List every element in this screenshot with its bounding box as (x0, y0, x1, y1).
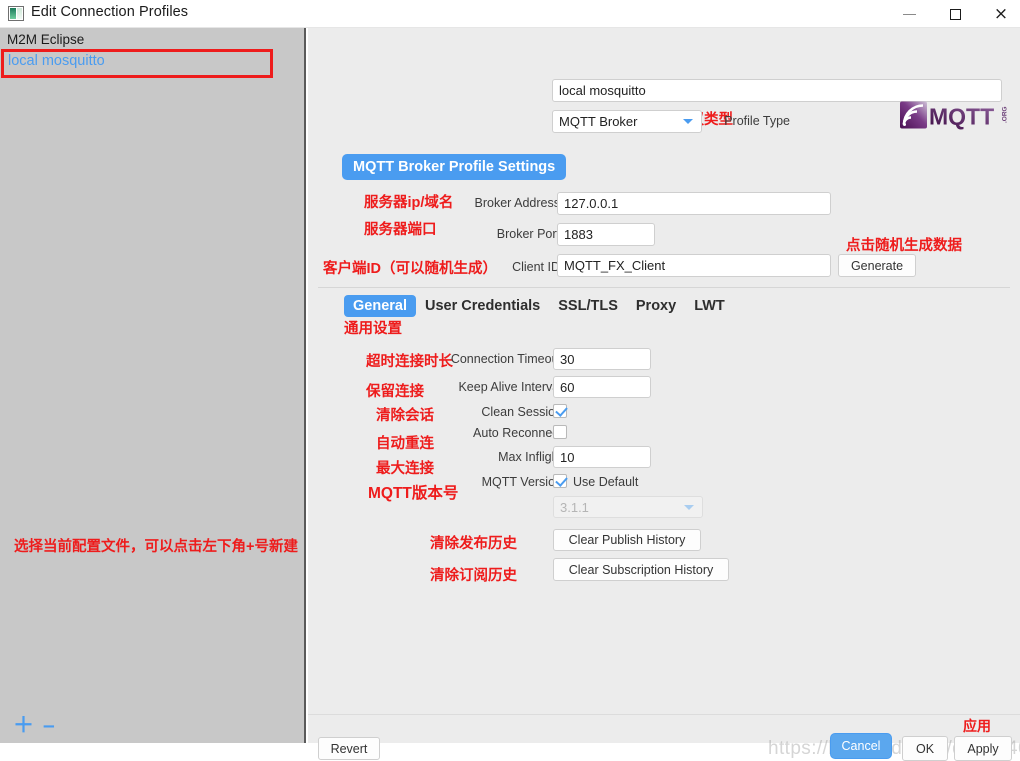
ok-button[interactable]: OK (902, 736, 948, 761)
mqtt-version-value: 3.1.1 (560, 499, 589, 515)
annotation-broker-address: 服务器ip/域名 (364, 195, 454, 211)
annotation-auto-reconnect: 自动重连 (376, 436, 434, 452)
connection-timeout-label: Connection Timeout (450, 352, 562, 366)
clean-session-label: Clean Session (481, 405, 562, 419)
mqtt-org-logo: MQTT .ORG (900, 101, 1009, 130)
max-inflight-label: Max Inflight (498, 450, 562, 464)
title-bar: Edit Connection Profiles × (0, 0, 1020, 28)
annotation-sidebar-note: 选择当前配置文件，可以点击左下角+号新建 (14, 539, 298, 555)
svg-text:.ORG: .ORG (1002, 106, 1009, 123)
chevron-down-icon (683, 119, 693, 124)
section-header-mqtt-broker-profile-settings: MQTT Broker Profile Settings (342, 154, 567, 180)
profile-type-value: MQTT Broker (559, 114, 638, 129)
revert-button[interactable]: Revert (318, 737, 380, 760)
tab-user-credentials[interactable]: User Credentials (416, 295, 549, 317)
keep-alive-interval-input[interactable]: 60 (553, 376, 651, 398)
broker-port-input[interactable]: 1883 (557, 223, 655, 246)
annotation-clear-publish-history: 清除发布历史 (430, 536, 517, 552)
clear-subscription-history-button[interactable]: Clear Subscription History (553, 558, 729, 581)
maximize-icon (949, 8, 961, 20)
minimize-icon (902, 13, 916, 15)
tab-general[interactable]: General (344, 294, 416, 317)
settings-tabs: General User Credentials SSL/TLS Proxy L… (344, 293, 734, 318)
use-default-checkbox[interactable] (553, 474, 567, 488)
max-inflight-input[interactable]: 10 (553, 446, 651, 468)
svg-text:MQTT: MQTT (929, 104, 994, 130)
profile-type-label: Profile Type (724, 114, 790, 128)
annotation-connection-timeout: 超时连接时长 (366, 354, 453, 370)
window-title: Edit Connection Profiles (31, 4, 189, 20)
remove-profile-button[interactable]: – (43, 715, 55, 736)
annotation-client-id: 客户端ID（可以随机生成） (323, 261, 497, 277)
annotation-apply: 应用 (963, 718, 991, 734)
connection-timeout-input[interactable]: 30 (553, 348, 651, 370)
annotation-general-tab: 通用设置 (344, 321, 402, 337)
clean-session-checkbox[interactable] (553, 404, 567, 418)
client-id-input[interactable]: MQTT_FX_Client (557, 254, 831, 277)
cancel-button[interactable]: Cancel (830, 733, 892, 759)
divider (318, 287, 1010, 288)
app-window-icon (8, 6, 24, 21)
close-icon: × (993, 3, 1009, 24)
sidebar-group-label: M2M Eclipse (7, 32, 85, 47)
generate-button[interactable]: Generate (838, 254, 916, 277)
profile-settings-pane: 配置文件名称 Profile Name local mosquitto 协议类型… (308, 28, 1020, 761)
footer-divider (308, 714, 1020, 715)
use-default-label: Use Default (573, 475, 639, 489)
chevron-down-icon (684, 504, 694, 510)
add-profile-button[interactable]: ＋ (13, 715, 34, 736)
broker-address-label: Broker Address (474, 196, 560, 210)
tab-proxy[interactable]: Proxy (627, 295, 685, 317)
keep-alive-interval-label: Keep Alive Interval (458, 380, 562, 394)
auto-reconnect-label: Auto Reconnect (473, 426, 562, 440)
annotation-keep-alive-interval: 保留连接 (366, 384, 424, 400)
profile-type-select[interactable]: MQTT Broker (552, 110, 702, 133)
annotation-broker-port: 服务器端口 (364, 222, 437, 238)
minimize-button[interactable] (886, 0, 932, 28)
client-id-label: Client ID (512, 260, 560, 274)
annotation-mqtt-version: MQTT版本号 (368, 485, 459, 502)
maximize-button[interactable] (932, 0, 978, 28)
clear-publish-history-button[interactable]: Clear Publish History (553, 529, 701, 551)
profiles-sidebar: M2M Eclipse local mosquitto 选择当前配置文件，可以点… (0, 28, 306, 743)
auto-reconnect-checkbox[interactable] (553, 425, 567, 439)
apply-button[interactable]: Apply (954, 736, 1012, 761)
annotation-box-profile (1, 49, 273, 78)
broker-port-label: Broker Port (496, 227, 560, 241)
annotation-clean-session: 清除会话 (376, 408, 434, 424)
mqtt-version-select[interactable]: 3.1.1 (553, 496, 703, 518)
annotation-clear-subscription-history: 清除订阅历史 (430, 568, 517, 584)
mqtt-version-label: MQTT Version (481, 475, 562, 489)
broker-address-input[interactable]: 127.0.0.1 (557, 192, 831, 215)
close-button[interactable]: × (978, 0, 1020, 28)
tab-ssl-tls[interactable]: SSL/TLS (549, 295, 627, 317)
annotation-max-inflight: 最大连接 (376, 461, 434, 477)
annotation-generate: 点击随机生成数据 (846, 238, 962, 254)
tab-lwt[interactable]: LWT (685, 295, 734, 317)
